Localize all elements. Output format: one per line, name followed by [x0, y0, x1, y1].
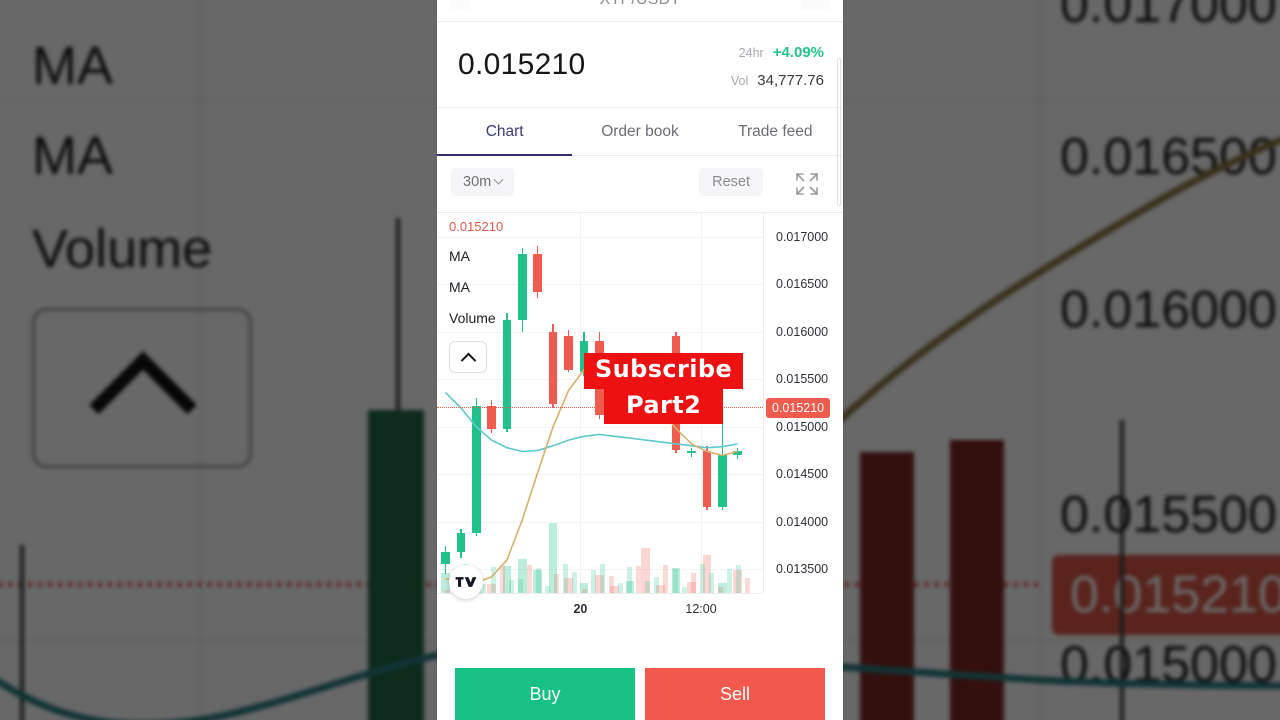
buy-button[interactable]: Buy	[455, 668, 635, 720]
candle-down	[702, 451, 712, 507]
legend-collapse-button[interactable]	[449, 341, 487, 373]
timeframe-selector[interactable]: 30m	[451, 168, 515, 196]
trading-pair-title: XTP/USDT	[437, 0, 843, 9]
last-price: 0.015210	[458, 48, 586, 81]
volume-bar	[517, 578, 523, 593]
tradingview-logo	[449, 565, 483, 599]
candle-down	[564, 335, 573, 370]
change-label: 24hr	[738, 46, 764, 60]
price-axis[interactable]: 0.017000 0.016500 0.016000 0.015500 0.015000…	[763, 213, 843, 593]
price-axis-tick: 0.016000	[776, 324, 829, 339]
volume-bar	[536, 568, 541, 593]
volume-bar	[708, 572, 714, 593]
chart-toolbar: 30m Reset	[437, 156, 843, 213]
volume-bar	[745, 577, 751, 593]
candle-up	[456, 533, 466, 553]
screen-root: MA MA Volume 0.017000 0.016500 0.016000 …	[0, 0, 1280, 720]
expand-icon[interactable]	[792, 169, 822, 199]
volume-bar	[636, 566, 642, 593]
page-scrollbar[interactable]	[837, 58, 841, 206]
candle-up	[518, 253, 527, 321]
candle-down	[533, 253, 543, 292]
candle-up	[441, 552, 450, 565]
volume-bar	[499, 565, 505, 593]
legend-ma-2: MA	[449, 279, 470, 295]
volume-bar	[590, 569, 596, 593]
legend-volume: Volume	[449, 310, 496, 326]
chart-legend: 0.015210 MA MA Volume	[449, 219, 503, 373]
volume-bar	[663, 564, 669, 593]
volume-row: Vol 34,777.76	[731, 72, 824, 89]
view-tabs: Chart Order book Trade feed	[437, 108, 843, 156]
volume-value: 34,777.76	[757, 72, 824, 89]
volume-bar	[736, 564, 742, 593]
volume-bar	[672, 568, 678, 593]
volume-bar	[554, 573, 560, 593]
app-title-bar: XTP/USDT	[437, 0, 843, 22]
volume-bar	[654, 577, 660, 593]
volume-bar	[490, 567, 496, 593]
volume-label: Vol	[730, 74, 749, 88]
volume-bar	[645, 581, 651, 593]
candle-down	[487, 405, 496, 429]
candle-up	[502, 320, 512, 429]
candle-up	[733, 451, 742, 456]
current-price-tag: 0.015210	[766, 397, 831, 418]
reset-button[interactable]: Reset	[699, 168, 763, 196]
subscribe-line-2: Part2	[604, 388, 724, 425]
tab-chart[interactable]: Chart	[437, 108, 573, 156]
volume-bar	[563, 564, 569, 593]
chevron-down-icon	[493, 174, 504, 185]
volume-bar	[627, 566, 632, 593]
candle-down	[548, 331, 558, 404]
price-header: 0.015210 24hr +4.09% Vol 34,777.76	[437, 22, 843, 108]
time-axis-tick: 12:00	[685, 602, 717, 616]
order-actions: Buy Sell	[437, 654, 843, 720]
gridline-horizontal	[437, 474, 763, 476]
volume-bar	[608, 576, 614, 593]
volume-bar	[508, 580, 514, 593]
legend-ma-1: MA	[449, 248, 470, 264]
price-axis-tick: 0.014000	[776, 514, 829, 529]
price-axis-tick: 0.015500	[776, 372, 829, 387]
chart-area[interactable]: 0.015210 MA MA Volume Subscribe Part2 0.…	[437, 213, 843, 625]
subscribe-line-1: Subscribe	[584, 353, 744, 389]
gridline-horizontal	[437, 521, 763, 523]
volume-bar	[545, 585, 551, 593]
timeframe-label: 30m	[463, 174, 492, 190]
tab-trade-feed[interactable]: Trade feed	[708, 108, 843, 155]
gridline-horizontal	[437, 426, 763, 428]
mobile-app-window: XTP/USDT 0.015210 24hr +4.09% Vol 34,777…	[437, 0, 843, 720]
gridline-vertical	[580, 213, 582, 593]
time-axis[interactable]: 20 12:00	[437, 593, 763, 625]
chevron-up-icon	[460, 352, 476, 368]
sell-button[interactable]: Sell	[645, 668, 825, 720]
candle-up	[471, 405, 481, 534]
more-menu-icon[interactable]	[801, 0, 829, 10]
subscribe-overlay: Subscribe Part2	[584, 353, 744, 425]
change-row: 24hr +4.09%	[739, 44, 824, 61]
volume-bar	[690, 572, 696, 593]
volume-bar	[727, 568, 733, 593]
volume-bar	[599, 564, 605, 593]
price-axis-tick: 0.013500	[776, 562, 829, 577]
volume-bar	[699, 564, 705, 593]
price-axis-tick: 0.017000	[776, 229, 829, 244]
candle-up	[717, 455, 727, 507]
volume-bar	[526, 565, 532, 593]
volume-bar	[572, 571, 578, 593]
time-axis-tick: 20	[573, 602, 588, 616]
legend-current-price: 0.015210	[449, 219, 504, 234]
price-axis-tick: 0.016500	[776, 277, 829, 292]
price-axis-tick: 0.015000	[776, 419, 829, 434]
volume-bar	[617, 582, 623, 593]
tab-order-book[interactable]: Order book	[572, 108, 707, 155]
change-value: +4.09%	[772, 44, 824, 61]
price-axis-tick: 0.014500	[776, 467, 829, 482]
